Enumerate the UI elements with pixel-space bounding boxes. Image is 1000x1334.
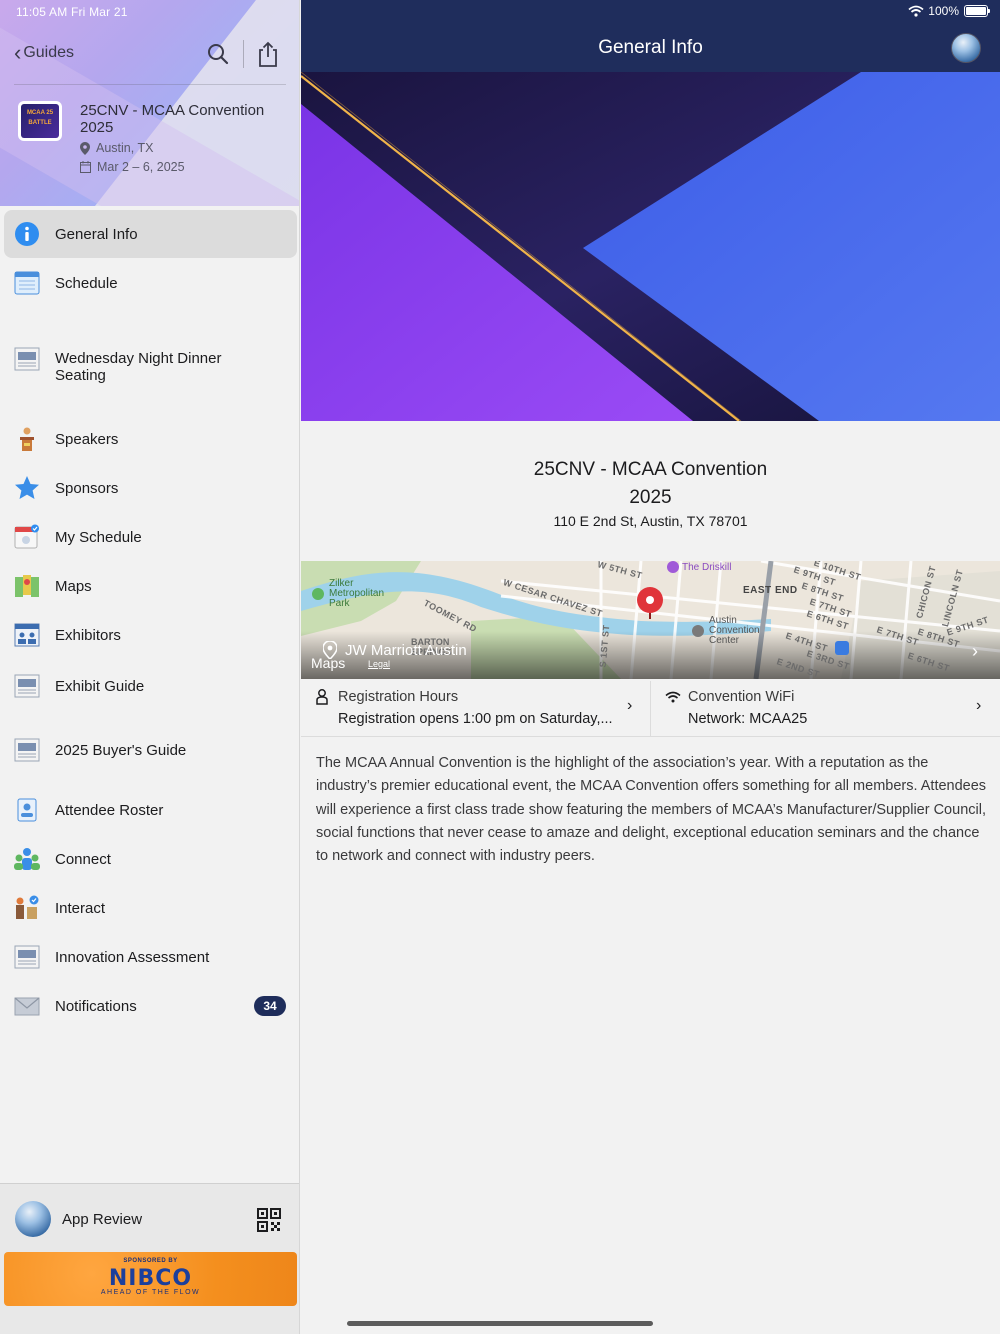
- user-name[interactable]: App Review: [62, 1211, 142, 1228]
- avatar[interactable]: [15, 1201, 51, 1237]
- profile-avatar[interactable]: [951, 33, 981, 63]
- document-icon: [14, 738, 40, 762]
- sidebar-item-speakers[interactable]: Speakers: [4, 415, 297, 463]
- maps-legal-link[interactable]: Legal: [368, 659, 390, 669]
- sidebar-item-innovation-assessment[interactable]: Innovation Assessment: [4, 933, 297, 981]
- sidebar-item-notifications[interactable]: Notifications 34: [4, 982, 297, 1030]
- calendar-icon: [14, 271, 40, 295]
- home-indicator[interactable]: [347, 1321, 653, 1326]
- badge-icon: [17, 798, 37, 822]
- wifi-icon: [908, 5, 924, 17]
- star-icon: [15, 476, 39, 499]
- header-divider: [243, 40, 244, 68]
- chevron-right-icon: ›: [972, 641, 978, 661]
- podium-icon: [20, 427, 34, 451]
- event-location: Austin, TX: [80, 141, 153, 155]
- sidebar-item-connect[interactable]: Connect: [4, 835, 297, 883]
- back-label: Guides: [23, 44, 75, 61]
- hero-banner: [301, 72, 1000, 421]
- sidebar-item-attendee-roster[interactable]: Attendee Roster: [4, 786, 297, 834]
- registration-hours-cell[interactable]: Registration Hours Registration opens 1:…: [301, 679, 650, 737]
- page-title: General Info: [598, 37, 703, 58]
- share-icon[interactable]: [256, 40, 280, 68]
- event-logo: MCAA 25 BATTLE: [18, 101, 62, 141]
- document-icon: [14, 347, 40, 371]
- event-address: 110 E 2nd St, Austin, TX 78701: [553, 513, 748, 529]
- back-button[interactable]: ‹ Guides: [14, 40, 75, 65]
- sidebar-item-interact[interactable]: Interact: [4, 884, 297, 932]
- event-description: The MCAA Annual Convention is the highli…: [316, 755, 987, 865]
- interact-icon: [16, 895, 39, 919]
- battery-percentage: 100%: [928, 4, 959, 18]
- status-time: 11:05 AM Fri Mar 21: [16, 5, 128, 19]
- sidebar-header: 11:05 AM Fri Mar 21 ‹ Guides MCAA 25 BAT…: [0, 0, 299, 206]
- sidebar-item-general-info[interactable]: General Info: [4, 210, 297, 258]
- envelope-icon: [14, 997, 40, 1016]
- sidebar-item-exhibit-guide[interactable]: Exhibit Guide: [4, 662, 297, 710]
- person-icon: [316, 689, 328, 705]
- sidebar-item-schedule[interactable]: Schedule: [4, 259, 297, 307]
- qr-code-icon[interactable]: [257, 1208, 281, 1232]
- sponsor-banner[interactable]: SPONSORED BY NIBCO AHEAD OF THE FLOW: [4, 1252, 297, 1306]
- status-indicators: 100%: [908, 4, 990, 18]
- map-preview[interactable]: W CESAR CHAVEZ ST TOOMEY RD W 5TH ST S 1…: [301, 561, 1000, 679]
- event-dates: Mar 2 – 6, 2025: [80, 160, 185, 174]
- chevron-right-icon: ›: [627, 697, 633, 714]
- calendar-small-icon: [80, 161, 91, 173]
- chevron-left-icon: ‹: [14, 40, 22, 65]
- notification-count-badge: 34: [254, 996, 286, 1016]
- sidebar-footer: App Review SPONSORED BY NIBCO AHEAD OF T…: [0, 1183, 299, 1334]
- event-name: 25CNV - MCAA Convention 2025: [533, 459, 768, 508]
- people-icon: [14, 848, 40, 870]
- info-row: Registration Hours Registration opens 1:…: [301, 679, 1000, 737]
- document-icon: [14, 945, 40, 969]
- convention-wifi-cell[interactable]: Convention WiFi Network: MCAA25 ›: [651, 679, 1000, 737]
- event-title: 25CNV - MCAA Convention 2025: [80, 102, 265, 136]
- wifi-icon: [665, 691, 681, 703]
- document-icon: [14, 674, 40, 698]
- info-icon: [15, 222, 39, 246]
- sponsor-logo: NIBCO: [108, 1266, 193, 1291]
- my-calendar-icon: [14, 524, 39, 549]
- nav-bar: 100% General Info: [301, 0, 1000, 72]
- exhibitors-icon: [14, 623, 40, 647]
- search-icon[interactable]: [206, 42, 230, 66]
- sidebar-item-exhibitors[interactable]: Exhibitors: [4, 611, 297, 659]
- sidebar: 11:05 AM Fri Mar 21 ‹ Guides MCAA 25 BAT…: [0, 0, 300, 1334]
- sidebar-item-my-schedule[interactable]: My Schedule: [4, 513, 297, 561]
- sidebar-item-buyers-guide[interactable]: 2025 Buyer's Guide: [4, 726, 297, 774]
- sidebar-item-maps[interactable]: Maps: [4, 562, 297, 610]
- header-separator: [14, 84, 286, 85]
- map-icon: [15, 575, 39, 597]
- sidebar-item-sponsors[interactable]: Sponsors: [4, 464, 297, 512]
- main-content: 100% General Info 25CNV - MCAA Conventio…: [301, 0, 1000, 1334]
- chevron-right-icon: ›: [976, 697, 982, 714]
- maps-brand: Maps: [311, 655, 346, 671]
- map-graphic: [301, 561, 1000, 679]
- location-pin-icon: [80, 141, 90, 155]
- battery-icon: [964, 5, 990, 17]
- sidebar-item-dinner-seating[interactable]: Wednesday Night Dinner Seating: [4, 326, 297, 392]
